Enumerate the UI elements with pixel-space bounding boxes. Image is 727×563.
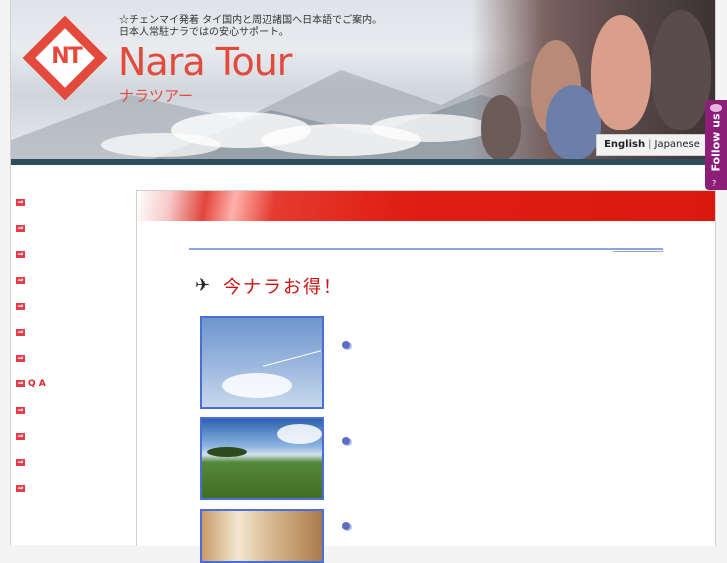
- sidebar-item-label: Q A: [28, 379, 46, 389]
- person-figure: [651, 10, 711, 130]
- arrow-icon: ⇒: [16, 276, 25, 284]
- arrow-icon: ⇒: [16, 198, 25, 206]
- brand-name: Nara Tour: [118, 40, 292, 84]
- arrow-icon: ⇒: [16, 406, 25, 414]
- sidebar-item[interactable]: ⇒: [16, 223, 126, 235]
- sidebar-item[interactable]: ⇒: [16, 197, 126, 209]
- sidebar-item[interactable]: ⇒: [16, 353, 126, 365]
- lang-japanese-link[interactable]: Japanese: [655, 139, 700, 150]
- divider-rule: [613, 251, 663, 252]
- brand-kana: ナラツアー: [119, 87, 194, 105]
- sidebar-item[interactable]: ⇒: [16, 249, 126, 261]
- sidebar-item[interactable]: ⇒: [16, 431, 126, 443]
- lang-english-link[interactable]: English: [604, 139, 645, 150]
- arrow-icon: ⇒: [16, 328, 25, 336]
- arrow-icon: ⇒: [16, 432, 25, 440]
- arrow-icon: ⇒: [16, 379, 25, 387]
- arrow-icon: ⇒: [16, 250, 25, 258]
- section-heading: 今ナラお得！: [223, 277, 343, 298]
- sidebar-item[interactable]: ⇒: [16, 301, 126, 313]
- logo-mark: NT: [51, 44, 82, 69]
- site-header: NT ☆チェンマイ発着 タイ国内と周辺諸国へ日本語でご案内。 日本人常駐ナラでは…: [11, 0, 715, 160]
- promo-thumbnail-sky[interactable]: [200, 316, 324, 409]
- arrow-icon: ⇒: [16, 354, 25, 362]
- sidebar-item[interactable]: ⇒: [16, 327, 126, 339]
- language-switcher: English | Japanese: [596, 134, 708, 156]
- header-divider: [11, 159, 715, 165]
- person-figure: [481, 95, 521, 160]
- person-figure: [591, 15, 651, 130]
- follow-us-tab[interactable]: Follow us ?: [705, 100, 727, 190]
- lang-separator: |: [648, 139, 652, 150]
- bullet-icon: [342, 522, 350, 530]
- arrow-icon: ⇒: [16, 302, 25, 310]
- arrow-icon: ⇒: [16, 224, 25, 232]
- bullet-icon: [342, 341, 350, 349]
- follow-us-label: Follow us: [709, 113, 723, 172]
- tagline: ☆チェンマイ発着 タイ国内と周辺諸国へ日本語でご案内。 日本人常駐ナラではの安心…: [119, 15, 382, 39]
- divider-rule: [189, 248, 663, 250]
- sidebar-item[interactable]: ⇒: [16, 457, 126, 469]
- main-content: ✈ 今ナラお得！: [136, 190, 716, 563]
- title-bar: [137, 191, 715, 221]
- tagline-line: 日本人常駐ナラではの安心サポート。: [119, 27, 289, 38]
- tagline-line: ☆チェンマイ発着 タイ国内と周辺諸国へ日本語でご案内。: [119, 15, 383, 26]
- sidebar-item[interactable]: ⇒: [16, 483, 126, 495]
- promo-thumbnail-room[interactable]: [200, 509, 324, 563]
- page-wrapper: NT ☆チェンマイ発着 タイ国内と周辺諸国へ日本語でご案内。 日本人常駐ナラでは…: [10, 0, 716, 563]
- sidebar-item-qa[interactable]: ⇒ Q A: [16, 378, 126, 390]
- arrow-icon: ⇒: [16, 458, 25, 466]
- sidebar-item[interactable]: ⇒: [16, 405, 126, 417]
- sidebar-item[interactable]: ⇒: [16, 275, 126, 287]
- airplane-icon: ✈: [195, 275, 211, 296]
- arrow-icon: ⇒: [16, 484, 25, 492]
- promo-thumbnail-golf[interactable]: [200, 417, 324, 500]
- bullet-icon: [342, 437, 350, 445]
- help-icon[interactable]: ?: [712, 179, 716, 188]
